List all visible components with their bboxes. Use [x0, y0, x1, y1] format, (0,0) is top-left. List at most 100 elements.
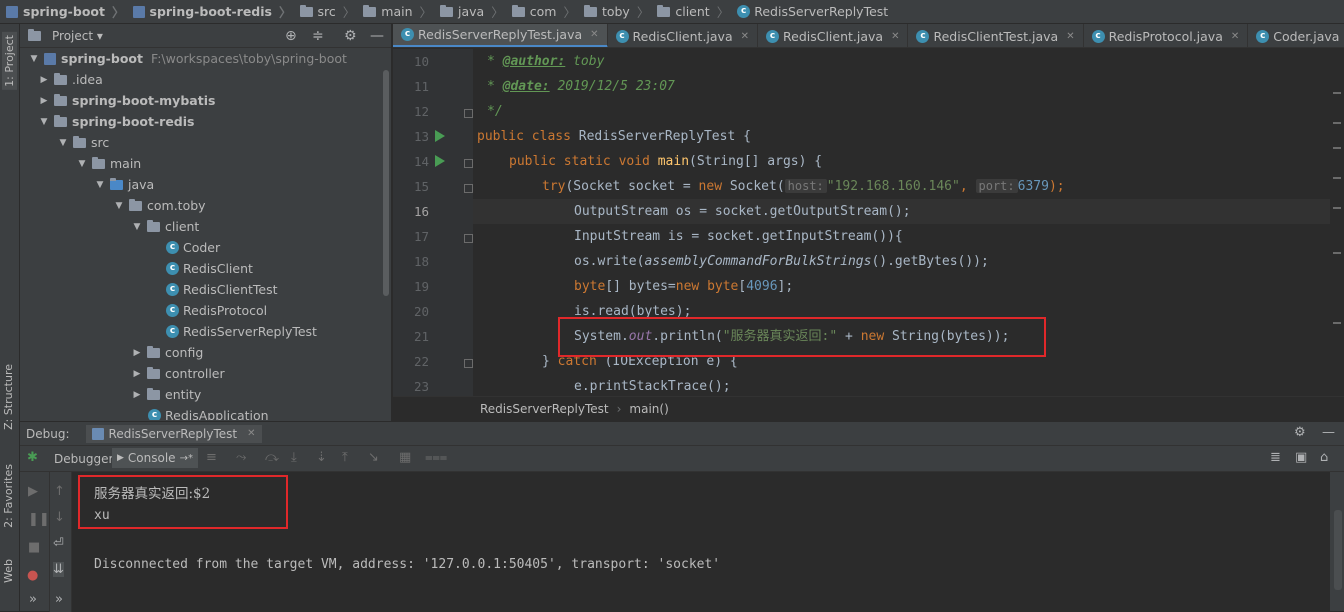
tree-item-client[interactable]: ▼ client: [131, 216, 200, 237]
tab-redisclienttest[interactable]: c RedisClientTest.java ✕: [908, 24, 1084, 47]
highlight-box-println: [558, 317, 1046, 357]
evaluate-expression-icon[interactable]: ▦: [399, 450, 411, 465]
debug-settings-icon[interactable]: ⚙: [1294, 425, 1306, 440]
structure-tool-tab[interactable]: Z: Structure: [2, 364, 15, 430]
resume-icon[interactable]: ▶: [28, 484, 38, 499]
tree-item-redisapplication[interactable]: c RedisApplication: [148, 405, 269, 420]
tree-item-src[interactable]: ▼ src: [57, 132, 110, 153]
fold-marker-icon[interactable]: [464, 159, 473, 168]
tab-redisclient-2[interactable]: c RedisClient.java ✕: [758, 24, 909, 47]
tab-debugger[interactable]: Debugger: [54, 452, 113, 466]
breadcrumb-toby[interactable]: toby 〉: [583, 2, 649, 21]
tree-item-redisclienttest[interactable]: c RedisClientTest: [166, 279, 278, 300]
breadcrumb-spring-boot-redis[interactable]: spring-boot-redis 〉: [132, 2, 292, 21]
tree-item-com-toby[interactable]: ▼ com.toby: [113, 195, 206, 216]
pause-icon[interactable]: ❚❚: [28, 512, 50, 527]
minimize-icon[interactable]: ⌂: [1320, 450, 1328, 465]
breadcrumb-client[interactable]: client 〉: [657, 2, 729, 21]
tree-item-redisprotocol[interactable]: c RedisProtocol: [166, 300, 267, 321]
fold-marker-icon[interactable]: [464, 184, 473, 193]
run-to-cursor-icon[interactable]: ↘: [368, 450, 379, 465]
editor-breadcrumb-method[interactable]: main(): [629, 402, 668, 416]
breadcrumb-src[interactable]: src 〉: [299, 2, 355, 21]
tree-item-entity[interactable]: ▶ entity: [131, 384, 202, 405]
fold-marker-icon[interactable]: [464, 359, 473, 368]
step-over-icon[interactable]: ⤼: [265, 450, 279, 465]
trace-icon[interactable]: ⩶: [425, 450, 447, 465]
project-tool-tab[interactable]: 1: Project: [2, 32, 17, 90]
tree-item-main[interactable]: ▼ main: [76, 153, 142, 174]
web-tool-tab[interactable]: Web: [2, 559, 15, 583]
editor-breadcrumb-class[interactable]: RedisServerReplyTest: [480, 402, 609, 416]
close-session-icon[interactable]: ✕: [247, 428, 255, 439]
fold-marker-icon[interactable]: [464, 234, 473, 243]
run-class-icon[interactable]: [435, 130, 445, 142]
restore-layout-icon[interactable]: ≡: [206, 450, 217, 465]
breadcrumb-main[interactable]: main 〉: [363, 2, 432, 21]
collapse-all-icon[interactable]: ≑: [312, 28, 324, 44]
favorites-tool-tab[interactable]: 2: Favorites: [2, 464, 15, 528]
settings-gear-icon[interactable]: ⚙: [344, 28, 357, 44]
locate-icon[interactable]: ⊕: [285, 28, 297, 44]
breadcrumb-java[interactable]: java 〉: [440, 2, 504, 21]
code-line-19: byte[] bytes=new byte[4096];: [574, 279, 794, 294]
tree-item-idea[interactable]: ▶ .idea: [38, 69, 103, 90]
tree-item-spring-boot-mybatis[interactable]: ▶ spring-boot-mybatis: [38, 90, 216, 111]
tree-item-coder[interactable]: c Coder: [166, 237, 220, 258]
project-view-selector[interactable]: Project ▾: [52, 29, 103, 43]
step-out-icon[interactable]: ⤒: [342, 450, 348, 465]
debug-session-tab[interactable]: RedisServerReplyTest ✕: [85, 424, 262, 443]
close-tab-icon[interactable]: ✕: [891, 31, 899, 42]
breadcrumb-class[interactable]: c RedisServerReplyTest: [737, 4, 888, 19]
editor-error-stripe[interactable]: [1332, 52, 1342, 397]
more-actions-icon[interactable]: »: [29, 592, 37, 607]
code-area[interactable]: * @author: toby * @date: 2019/12/5 23:07…: [473, 49, 1330, 396]
code-line-18: os.write(assemblyCommandForBulkStrings()…: [574, 254, 989, 269]
tree-item-config[interactable]: ▶ config: [131, 342, 204, 363]
project-tree-scrollbar[interactable]: [383, 70, 389, 296]
restore-icon[interactable]: ▣: [1295, 450, 1307, 465]
hide-panel-icon[interactable]: —: [370, 28, 384, 44]
close-tab-icon[interactable]: ✕: [590, 29, 598, 40]
line-number: 10: [413, 54, 429, 69]
more-console-icon[interactable]: »: [55, 592, 63, 607]
close-tab-icon[interactable]: ✕: [741, 31, 749, 42]
hide-debug-icon[interactable]: —: [1322, 425, 1335, 440]
scroll-up-icon[interactable]: ↑: [54, 484, 65, 499]
run-main-icon[interactable]: [435, 155, 445, 167]
class-icon: c: [1256, 29, 1270, 43]
package-icon: [147, 387, 160, 400]
tab-redisserverreplytest[interactable]: c RedisServerReplyTest.java ✕: [393, 24, 608, 47]
close-tab-icon[interactable]: ✕: [1231, 31, 1239, 42]
tree-item-redisserverreplytest[interactable]: c RedisServerReplyTest: [166, 321, 317, 342]
tree-item-controller[interactable]: ▶ controller: [131, 363, 225, 384]
debug-bug-icon[interactable]: ✱: [27, 450, 38, 465]
code-line-14: public static void main(String[] args) {: [509, 154, 823, 169]
tab-redisclient[interactable]: c RedisClient.java ✕: [608, 24, 758, 47]
tree-item-spring-boot[interactable]: ▼ spring-boot F:\workspaces\toby\spring-bo…: [28, 48, 347, 69]
tree-item-spring-boot-redis[interactable]: ▼ spring-boot-redis: [38, 111, 195, 132]
console-scrollbar[interactable]: [1334, 510, 1342, 590]
tab-console[interactable]: ▶ Console →*: [112, 448, 198, 468]
code-line-12: */: [487, 104, 503, 119]
console-icon: ▶: [117, 453, 124, 463]
step-into-icon[interactable]: ⤓: [291, 450, 297, 465]
show-execution-point-icon[interactable]: ⤳: [236, 450, 246, 465]
tree-item-java[interactable]: ▼ java: [94, 174, 155, 195]
layout-icon[interactable]: ≣: [1270, 450, 1281, 465]
scroll-down-icon[interactable]: ↓: [54, 510, 65, 525]
code-line-10: * @author: toby: [487, 54, 605, 69]
breadcrumb-com[interactable]: com 〉: [511, 2, 576, 21]
force-step-into-icon[interactable]: ⇣: [316, 450, 327, 465]
tab-coder[interactable]: cCoder.java✕: [1248, 24, 1344, 47]
console-output[interactable]: 服务器真实返回:$2 xu Disconnected from the targ…: [72, 472, 1330, 612]
fold-marker-icon[interactable]: [464, 109, 473, 118]
view-breakpoints-icon[interactable]: ●: [27, 568, 38, 583]
close-tab-icon[interactable]: ✕: [1066, 31, 1074, 42]
soft-wrap-icon[interactable]: ⏎: [53, 536, 64, 551]
stop-icon[interactable]: ■: [28, 540, 40, 555]
tree-item-redisclient[interactable]: c RedisClient: [166, 258, 253, 279]
scroll-to-end-icon[interactable]: ⇊: [53, 562, 64, 577]
breadcrumb-spring-boot[interactable]: spring-boot 〉: [6, 2, 125, 21]
tab-redisprotocol[interactable]: c RedisProtocol.java ✕: [1084, 24, 1249, 47]
